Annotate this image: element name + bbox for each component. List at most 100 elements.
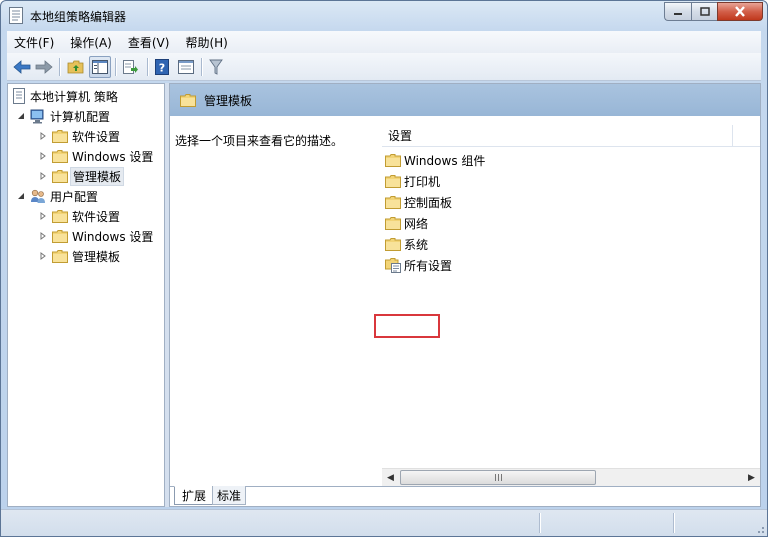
folder-icon — [180, 93, 196, 107]
toolbar-separator — [115, 58, 116, 76]
folder-icon — [52, 209, 68, 223]
computer-icon — [30, 109, 44, 123]
title-bar[interactable]: 本地组策略编辑器 — [1, 1, 767, 31]
properties-button[interactable] — [175, 56, 197, 78]
folder-icon — [385, 174, 401, 188]
show-hide-tree-button[interactable] — [89, 56, 111, 78]
help-icon: ? — [155, 59, 169, 75]
folder-up-icon — [67, 60, 84, 74]
horizontal-scrollbar[interactable]: ◀ ▶ — [382, 468, 760, 486]
column-header[interactable]: 设置 — [382, 125, 760, 147]
content-pane: 管理模板 选择一个项目来查看它的描述。 设置 Windows 组件 打印机 控制… — [169, 83, 761, 507]
tree-item-label: 本地计算机 策略 — [30, 89, 118, 104]
expand-triangle-icon[interactable] — [38, 151, 48, 161]
expand-triangle-icon[interactable] — [38, 171, 48, 181]
filter-icon — [209, 59, 223, 75]
resize-grip-icon[interactable] — [755, 524, 765, 534]
back-arrow-icon — [13, 60, 31, 74]
content-header: 管理模板 — [170, 84, 760, 116]
tree-item-computer-admin-templates[interactable]: 管理模板 — [38, 166, 125, 186]
toolbar-separator — [147, 58, 148, 76]
list-item-label: 控制面板 — [404, 195, 453, 210]
tree-item-user-config[interactable]: 用户配置 — [16, 186, 98, 206]
help-button[interactable]: ? — [151, 56, 173, 78]
tree-item-user-admin-templates[interactable]: 管理模板 — [38, 246, 120, 266]
toolbar: ? — [7, 53, 761, 81]
status-bar — [1, 509, 767, 536]
back-button[interactable] — [11, 56, 33, 78]
list-item-windows-components[interactable]: Windows 组件 — [385, 150, 485, 170]
window-title: 本地组策略编辑器 — [30, 10, 127, 24]
folder-icon — [385, 195, 401, 209]
column-header-settings[interactable]: 设置 — [388, 127, 412, 144]
menu-file[interactable]: 文件(F) — [7, 34, 61, 51]
folder-icon — [52, 249, 68, 263]
menu-view[interactable]: 查看(V) — [121, 34, 177, 51]
view-tabs: 扩展 标准 — [170, 486, 760, 506]
folder-icon — [52, 149, 68, 163]
window-controls — [664, 2, 763, 21]
column-divider[interactable] — [732, 125, 733, 147]
svg-text:?: ? — [159, 62, 165, 75]
export-list-button[interactable] — [119, 56, 141, 78]
tab-extended[interactable]: 扩展 — [174, 486, 214, 505]
minimize-icon — [674, 12, 682, 15]
folder-icon — [52, 169, 68, 183]
expand-triangle-icon[interactable] — [38, 211, 48, 221]
tree-item-label: 计算机配置 — [50, 109, 111, 124]
list-item-network[interactable]: 网络 — [385, 213, 428, 233]
properties-icon — [178, 60, 194, 74]
menu-help[interactable]: 帮助(H) — [178, 34, 234, 51]
menu-bar: 文件(F) 操作(A) 查看(V) 帮助(H) — [7, 31, 761, 53]
list-item-system[interactable]: 系统 — [385, 234, 428, 254]
maximize-button[interactable] — [691, 2, 717, 21]
folder-icon — [385, 216, 401, 230]
tree-item-computer-windows-settings[interactable]: Windows 设置 — [38, 146, 153, 166]
status-divider — [539, 513, 540, 533]
toolbar-separator — [59, 58, 60, 76]
scroll-thumb[interactable] — [400, 470, 596, 485]
collapse-triangle-icon[interactable] — [16, 191, 26, 201]
tree-item-user-windows-settings[interactable]: Windows 设置 — [38, 226, 153, 246]
folder-icon — [52, 229, 68, 243]
tab-standard[interactable]: 标准 — [212, 486, 246, 505]
expand-triangle-icon[interactable] — [38, 251, 48, 261]
highlight-annotation — [374, 314, 440, 338]
description-text: 选择一个项目来查看它的描述。 — [175, 134, 344, 148]
grip-icon — [494, 474, 502, 481]
tree-item-local-policy[interactable]: 本地计算机 策略 — [12, 86, 118, 106]
forward-button[interactable] — [33, 56, 55, 78]
list-item-all-settings[interactable]: 所有设置 — [385, 255, 452, 275]
expand-triangle-icon[interactable] — [38, 131, 48, 141]
list-item-printers[interactable]: 打印机 — [385, 171, 440, 191]
maximize-icon — [699, 7, 710, 16]
folder-icon — [385, 153, 401, 167]
filter-button[interactable] — [205, 56, 227, 78]
export-icon — [123, 60, 138, 74]
tree-item-computer-software-settings[interactable]: 软件设置 — [38, 126, 120, 146]
tree-item-label: 软件设置 — [72, 209, 121, 224]
scroll-right-arrow-icon[interactable]: ▶ — [743, 469, 760, 486]
list-item-label: 打印机 — [404, 174, 441, 189]
tree-item-label: 管理模板 — [70, 166, 125, 186]
description-area: 选择一个项目来查看它的描述。 — [170, 116, 382, 486]
tree-item-computer-config[interactable]: 计算机配置 — [16, 106, 110, 126]
forward-arrow-icon — [35, 60, 53, 74]
minimize-button[interactable] — [664, 2, 691, 21]
policy-document-icon — [13, 88, 25, 104]
tree-item-label: 软件设置 — [72, 129, 121, 144]
scroll-left-arrow-icon[interactable]: ◀ — [382, 469, 399, 486]
tree-item-label: Windows 设置 — [72, 229, 154, 244]
tree-pane[interactable]: 本地计算机 策略 计算机配置 软件设置 Windows 设置 管理模板 用户配置 — [7, 83, 165, 507]
close-button[interactable] — [717, 2, 763, 21]
up-level-button[interactable] — [65, 56, 87, 78]
tree-item-user-software-settings[interactable]: 软件设置 — [38, 206, 120, 226]
expand-triangle-icon[interactable] — [38, 231, 48, 241]
list-item-control-panel[interactable]: 控制面板 — [385, 192, 452, 212]
settings-list[interactable]: 设置 Windows 组件 打印机 控制面板 网络 系统 所有设置 ◀ ▶ — [382, 116, 760, 486]
menu-action[interactable]: 操作(A) — [63, 34, 119, 51]
collapse-triangle-icon[interactable] — [16, 111, 26, 121]
users-icon — [31, 189, 45, 203]
policy-document-icon — [9, 7, 23, 24]
folder-icon — [52, 129, 68, 143]
